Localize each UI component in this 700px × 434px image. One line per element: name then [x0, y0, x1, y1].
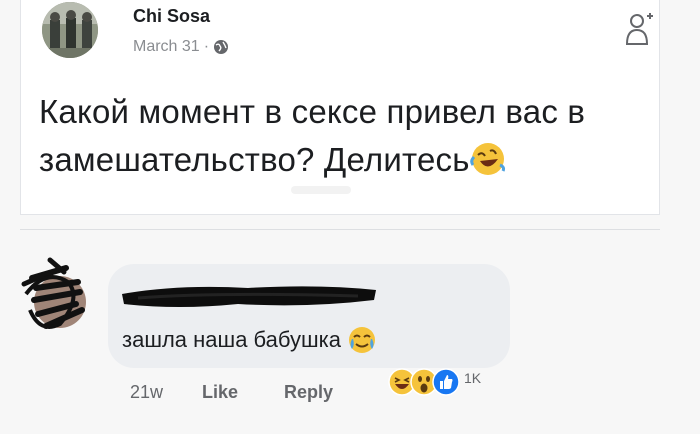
rolling-on-floor-laughing-emoji	[469, 143, 505, 175]
like-icon	[432, 368, 460, 396]
comment-actions: 21w Like Reply	[130, 382, 333, 403]
crying-laughing-emoji	[348, 327, 375, 353]
divider	[20, 229, 660, 230]
post-date[interactable]: March 31	[133, 38, 200, 56]
comment-time[interactable]: 21w	[130, 382, 202, 403]
post-text: Какой момент в сексе привел вас в замеша…	[39, 88, 659, 184]
post-meta: March 31 ·	[133, 38, 229, 56]
globe-icon	[214, 40, 229, 54]
faded-text	[291, 186, 351, 194]
post-card: Chi Sosa March 31 · Какой момент в сексе…	[20, 0, 660, 215]
add-friend-icon[interactable]	[624, 8, 654, 50]
author-avatar[interactable]	[42, 2, 98, 58]
redacted-commenter-name	[122, 286, 376, 307]
author-name[interactable]: Chi Sosa	[133, 6, 210, 27]
comment-text: зашла наша бабушка	[122, 325, 377, 355]
commenter-avatar[interactable]	[16, 248, 88, 340]
comment-body: зашла наша бабушка	[122, 327, 341, 352]
reaction-summary[interactable]: 1K	[388, 366, 481, 398]
meta-separator: ·	[203, 38, 210, 55]
reaction-count: 1K	[464, 370, 482, 386]
like-button[interactable]: Like	[202, 382, 284, 403]
reply-button[interactable]: Reply	[284, 382, 333, 403]
